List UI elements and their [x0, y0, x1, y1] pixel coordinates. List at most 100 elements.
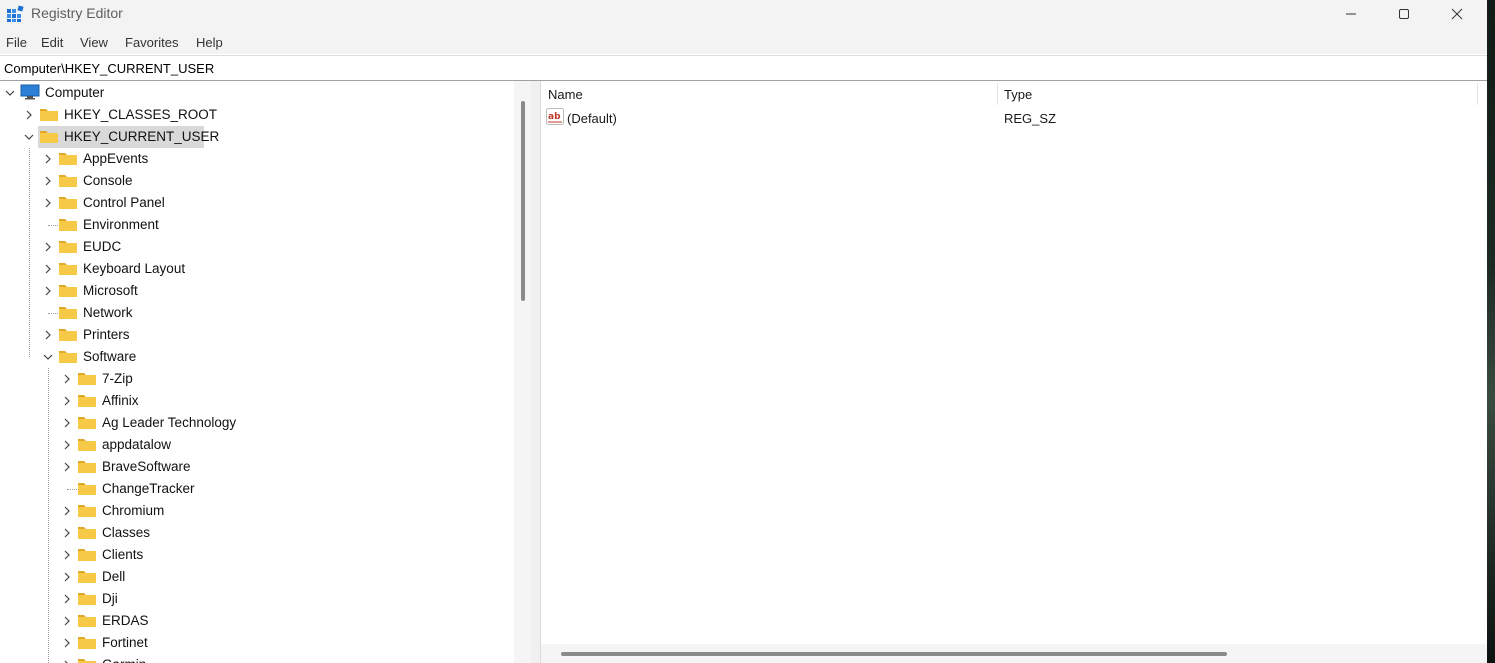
- tree-item-fortinet[interactable]: Fortinet: [0, 632, 510, 654]
- menu-file[interactable]: File: [6, 35, 27, 50]
- tree-item-label: Environment: [83, 217, 159, 232]
- list-scrollbar-thumb[interactable]: [561, 652, 1227, 656]
- tree-item-classes[interactable]: Classes: [0, 522, 510, 544]
- chevron-right-icon[interactable]: [62, 638, 72, 648]
- chevron-right-icon[interactable]: [62, 616, 72, 626]
- address-bar[interactable]: Computer\HKEY_CURRENT_USER: [0, 55, 1487, 81]
- tree-guide-line: [29, 148, 30, 357]
- folder-icon: [78, 593, 96, 605]
- tree-item-label: BraveSoftware: [102, 459, 191, 474]
- chevron-right-icon[interactable]: [62, 418, 72, 428]
- menu-help[interactable]: Help: [196, 35, 223, 50]
- folder-icon: [78, 483, 96, 495]
- tree-item-chromium[interactable]: Chromium: [0, 500, 510, 522]
- tree-item-ag-leader-technology[interactable]: Ag Leader Technology: [0, 412, 510, 434]
- tree-item-label: Control Panel: [83, 195, 165, 210]
- tree-item-label: Dji: [102, 591, 118, 606]
- chevron-right-icon[interactable]: [43, 154, 53, 164]
- tree-item-eudc[interactable]: EUDC: [0, 236, 510, 258]
- tree-item-label: Garmin: [102, 657, 146, 663]
- tree-item-label: Software: [83, 349, 137, 364]
- tree-item-control-panel[interactable]: Control Panel: [0, 192, 510, 214]
- chevron-right-icon[interactable]: [62, 506, 72, 516]
- tree-item-bravesoftware[interactable]: BraveSoftware: [0, 456, 510, 478]
- folder-icon: [59, 153, 77, 165]
- address-path[interactable]: Computer\HKEY_CURRENT_USER: [4, 61, 214, 76]
- chevron-right-icon[interactable]: [62, 594, 72, 604]
- tree-item-network[interactable]: Network: [0, 302, 510, 324]
- close-button[interactable]: [1431, 0, 1483, 29]
- chevron-down-icon[interactable]: [24, 132, 34, 142]
- pane-splitter[interactable]: [531, 81, 541, 663]
- folder-icon: [59, 175, 77, 187]
- chevron-right-icon[interactable]: [62, 440, 72, 450]
- tree-item-appdatalow[interactable]: appdatalow: [0, 434, 510, 456]
- tree-guide-line: [67, 489, 77, 490]
- chevron-right-icon[interactable]: [43, 198, 53, 208]
- tree-scrollbar-thumb[interactable]: [521, 101, 525, 301]
- tree-item-garmin[interactable]: Garmin: [0, 654, 510, 663]
- chevron-right-icon[interactable]: [43, 242, 53, 252]
- tree-item-label: appdatalow: [102, 437, 172, 452]
- chevron-right-icon[interactable]: [62, 572, 72, 582]
- chevron-right-icon[interactable]: [62, 396, 72, 406]
- tree-item-dell[interactable]: Dell: [0, 566, 510, 588]
- tree-item-clients[interactable]: Clients: [0, 544, 510, 566]
- key-tree-pane[interactable]: Computer HKEY_CLASSES_ROOT HKEY_CURRENT_US…: [0, 81, 531, 663]
- tree-item-software[interactable]: Software: [0, 346, 510, 368]
- tree-item-label: Printers: [83, 327, 130, 342]
- chevron-down-icon[interactable]: [43, 352, 53, 362]
- folder-icon: [78, 549, 96, 561]
- tree-item-appevents[interactable]: AppEvents: [0, 148, 510, 170]
- tree-item-label: Computer: [45, 85, 105, 100]
- menu-view[interactable]: View: [80, 35, 108, 50]
- tree-item-keyboard-layout[interactable]: Keyboard Layout: [0, 258, 510, 280]
- column-header-type[interactable]: Type: [997, 81, 1477, 105]
- tree-item-computer[interactable]: Computer: [0, 82, 510, 104]
- folder-icon: [78, 615, 96, 627]
- chevron-down-icon[interactable]: [5, 88, 15, 98]
- tree-item-erdas[interactable]: ERDAS: [0, 610, 510, 632]
- menu-favorites[interactable]: Favorites: [125, 35, 178, 50]
- chevron-right-icon[interactable]: [43, 330, 53, 340]
- tree-item-label: Dell: [102, 569, 126, 584]
- minimize-icon: [1346, 13, 1356, 15]
- tree-item-affinix[interactable]: Affinix: [0, 390, 510, 412]
- folder-icon: [78, 527, 96, 539]
- tree-item-dji[interactable]: Dji: [0, 588, 510, 610]
- menu-edit[interactable]: Edit: [41, 35, 63, 50]
- folder-icon: [59, 285, 77, 297]
- tree-vertical-scrollbar[interactable]: [514, 81, 531, 663]
- list-horizontal-scrollbar[interactable]: [541, 644, 1487, 663]
- chevron-right-icon[interactable]: [43, 264, 53, 274]
- close-icon: [1451, 8, 1463, 20]
- chevron-right-icon[interactable]: [43, 176, 53, 186]
- string-value-icon: ab: [546, 108, 564, 125]
- folder-icon: [78, 659, 96, 663]
- window-title: Registry Editor: [31, 5, 123, 21]
- chevron-right-icon[interactable]: [62, 462, 72, 472]
- minimize-button[interactable]: [1325, 0, 1377, 29]
- tree-item-microsoft[interactable]: Microsoft: [0, 280, 510, 302]
- column-header-name[interactable]: Name: [541, 81, 997, 105]
- value-type: REG_SZ: [1004, 111, 1057, 126]
- value-row[interactable]: ab (Default) REG_SZ: [541, 106, 1487, 128]
- chevron-right-icon[interactable]: [62, 528, 72, 538]
- tree-item-printers[interactable]: Printers: [0, 324, 510, 346]
- column-name-label: Name: [548, 87, 583, 102]
- chevron-right-icon[interactable]: [62, 550, 72, 560]
- tree-item-label: Chromium: [102, 503, 165, 518]
- values-list-pane[interactable]: Name Type ab (Default) REG_SZ: [541, 81, 1487, 663]
- folder-icon: [59, 307, 77, 319]
- chevron-right-icon[interactable]: [24, 110, 34, 120]
- tree-item-hkey-current-user[interactable]: HKEY_CURRENT_USER: [0, 126, 510, 148]
- chevron-right-icon[interactable]: [62, 374, 72, 384]
- column-divider[interactable]: [1477, 83, 1478, 105]
- tree-item-7-zip[interactable]: 7-Zip: [0, 368, 510, 390]
- tree-item-environment[interactable]: Environment: [0, 214, 510, 236]
- chevron-right-icon[interactable]: [43, 286, 53, 296]
- tree-item-console[interactable]: Console: [0, 170, 510, 192]
- tree-item-hkey-classes-root[interactable]: HKEY_CLASSES_ROOT: [0, 104, 510, 126]
- maximize-button[interactable]: [1378, 0, 1430, 29]
- tree-guide-line: [48, 313, 58, 314]
